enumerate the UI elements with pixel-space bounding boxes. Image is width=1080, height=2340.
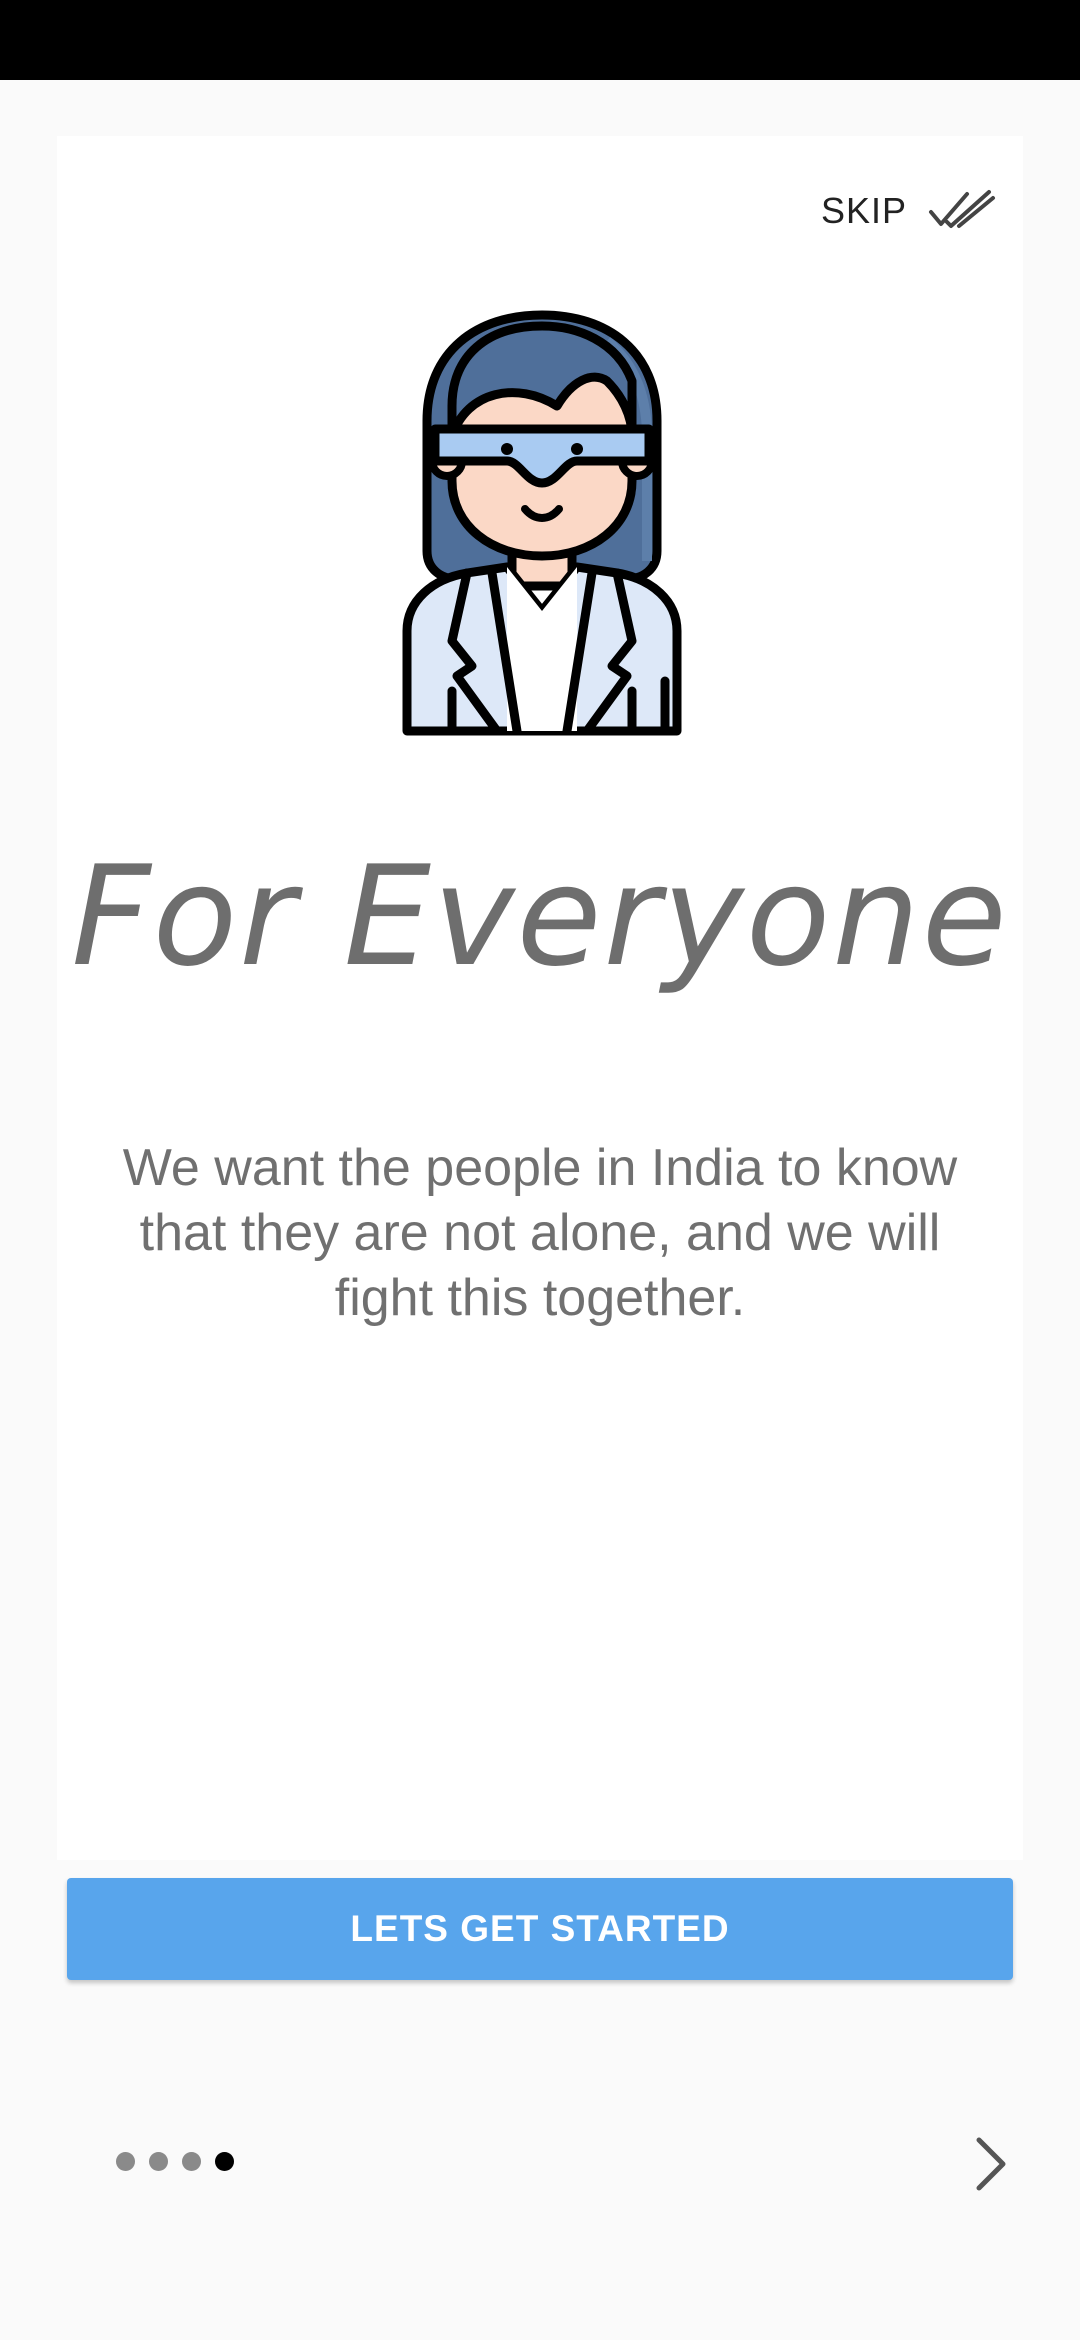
get-started-button[interactable]: LETS GET STARTED: [67, 1878, 1013, 1980]
page-dot: [116, 2152, 135, 2171]
double-check-icon: [929, 190, 995, 228]
page-dot-active: [215, 2152, 234, 2171]
page-indicator: [116, 2152, 234, 2171]
scientist-woman-with-goggles-icon: [402, 310, 682, 736]
onboarding-card: SKIP For Everyone We want the people in …: [57, 136, 1023, 1860]
skip-label: SKIP: [820, 190, 907, 231]
onboarding-description: We want the people in India to know that…: [122, 1139, 958, 1327]
page-dot: [182, 2152, 201, 2171]
skip-button[interactable]: SKIP: [821, 176, 997, 246]
onboarding-title: For Everyone: [71, 836, 1009, 997]
status-bar: [0, 0, 1080, 80]
page-dot: [149, 2152, 168, 2171]
chevron-right-icon: [976, 2137, 1006, 2191]
next-button[interactable]: [958, 2128, 1024, 2200]
